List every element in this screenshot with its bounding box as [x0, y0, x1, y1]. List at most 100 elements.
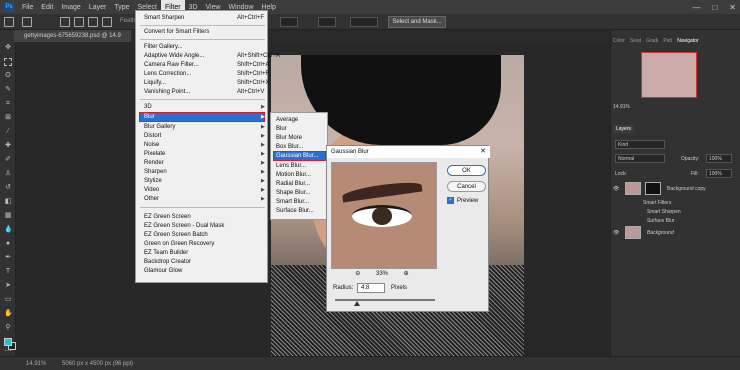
filter-surface-blur[interactable]: Surface Blur: [647, 218, 675, 224]
menu-item-ez-team-builder[interactable]: EZ Team Builder: [144, 249, 188, 257]
layer-name[interactable]: Background: [647, 230, 674, 236]
ok-button[interactable]: OK: [447, 165, 486, 176]
brush-tool-icon[interactable]: ✐: [4, 156, 12, 164]
zoom-in-icon[interactable]: ⊕: [404, 271, 409, 277]
menu-item-blur[interactable]: Blur: [144, 113, 155, 121]
menu-item-camera-raw[interactable]: Camera Raw Filter... Shift+Ctrl+A: [144, 61, 269, 69]
visibility-eye-icon[interactable]: 👁: [613, 186, 619, 192]
tab-patterns[interactable]: Patt: [663, 38, 672, 48]
menu-item-ez-green-screen[interactable]: EZ Green Screen: [144, 213, 191, 221]
dialog-title-bar[interactable]: Gaussian Blur ✕: [327, 146, 490, 158]
menu-item-blur-gallery[interactable]: Blur Gallery: [144, 123, 175, 131]
menu-file[interactable]: File: [18, 0, 37, 14]
menu-item-convert-smart-filters[interactable]: Convert for Smart Filters: [144, 28, 209, 36]
fill-field[interactable]: 100%: [706, 169, 732, 178]
menu-item-smart-blur[interactable]: Smart Blur...: [276, 198, 309, 206]
layer-mask-thumbnail[interactable]: [645, 182, 661, 195]
status-zoom[interactable]: 14.91%: [26, 361, 46, 367]
menu-item-liquify[interactable]: Liquify... Shift+Ctrl+X: [144, 79, 269, 87]
navigator-zoom[interactable]: 14.91%: [613, 104, 630, 110]
menu-item-green-recovery[interactable]: Green on Green Recovery: [144, 240, 214, 248]
hand-tool-icon[interactable]: ✋: [4, 310, 13, 318]
blend-mode-select[interactable]: Normal: [615, 154, 665, 163]
pen-tool-icon[interactable]: ✒: [4, 254, 12, 262]
radius-slider-track[interactable]: [335, 299, 435, 301]
menu-item-blur-simple[interactable]: Blur: [276, 125, 287, 133]
menu-item-motion-blur[interactable]: Motion Blur...: [276, 171, 311, 179]
layers-tab[interactable]: Layers: [613, 125, 635, 133]
eraser-tool-icon[interactable]: ◧: [4, 198, 12, 206]
menu-item-vanishing-point[interactable]: Vanishing Point... Alt+Ctrl+V: [144, 88, 264, 96]
tab-color[interactable]: Color: [613, 38, 625, 48]
kind-filter[interactable]: Kind: [615, 140, 665, 149]
menu-item-3d[interactable]: 3D: [144, 103, 152, 111]
height-field[interactable]: [350, 17, 378, 27]
menu-item-pixelate[interactable]: Pixelate: [144, 150, 165, 158]
document-tab[interactable]: gettyimages-675659238.psd @ 14.9: [14, 30, 131, 42]
opacity-field[interactable]: 100%: [706, 154, 732, 163]
menu-type[interactable]: Type: [110, 0, 133, 14]
shape-tool-icon[interactable]: ▭: [4, 296, 12, 304]
add-selection-icon[interactable]: [74, 17, 84, 27]
menu-item-adaptive-wide-angle[interactable]: Adaptive Wide Angle... Alt+Shift+Ctrl+A: [144, 52, 280, 60]
stamp-tool-icon[interactable]: ♙: [4, 170, 12, 178]
menu-item-filter-gallery[interactable]: Filter Gallery...: [144, 43, 183, 51]
marquee-tool-icon[interactable]: [4, 58, 12, 66]
menu-item-other[interactable]: Other: [144, 195, 159, 203]
subtract-selection-icon[interactable]: [88, 17, 98, 27]
healing-tool-icon[interactable]: ✚: [4, 142, 12, 150]
layer-name[interactable]: Background copy: [667, 186, 706, 192]
move-tool-icon[interactable]: ✥: [4, 44, 12, 52]
preview-checkbox[interactable]: ✓: [447, 197, 454, 204]
menu-item-sharpen[interactable]: Sharpen: [144, 168, 167, 176]
home-icon[interactable]: [4, 17, 14, 27]
menu-item-box-blur[interactable]: Box Blur...: [276, 143, 303, 151]
smart-filters-label[interactable]: Smart Filters: [643, 200, 671, 206]
select-and-mask-button[interactable]: Select and Mask...: [388, 16, 446, 28]
menu-item-lens-blur[interactable]: Lens Blur...: [276, 162, 306, 170]
gradient-tool-icon[interactable]: ▦: [4, 212, 12, 220]
preview-image[interactable]: [331, 162, 437, 269]
menu-item-lens-correction[interactable]: Lens Correction... Shift+Ctrl+R: [144, 70, 270, 78]
menu-item-blur-more[interactable]: Blur More: [276, 134, 302, 142]
menu-item-gaussian-blur[interactable]: Gaussian Blur...: [276, 152, 318, 160]
menu-item-noise[interactable]: Noise: [144, 141, 159, 149]
menu-item-distort[interactable]: Distort: [144, 132, 161, 140]
menu-layer[interactable]: Layer: [85, 0, 111, 14]
tab-gradients[interactable]: Gradi: [646, 38, 658, 48]
quick-select-tool-icon[interactable]: ✎: [4, 86, 12, 94]
menu-item-ez-green-screen-batch[interactable]: EZ Green Screen Batch: [144, 231, 208, 239]
menu-item-glamour-glow[interactable]: Glamour Glow: [144, 267, 182, 275]
menu-item-surface-blur[interactable]: Surface Blur...: [276, 207, 314, 215]
close-icon[interactable]: ✕: [480, 146, 486, 158]
type-tool-icon[interactable]: T: [4, 268, 12, 276]
tab-swatches[interactable]: Swat: [630, 38, 641, 48]
menu-item-ez-green-screen-dual[interactable]: EZ Green Screen - Dual Mask: [144, 222, 224, 230]
new-selection-icon[interactable]: [60, 17, 70, 27]
maximize-button[interactable]: □: [712, 3, 717, 12]
tab-navigator[interactable]: Navigator: [677, 38, 698, 48]
navigator-thumbnail[interactable]: [641, 52, 697, 98]
history-brush-icon[interactable]: ↺: [4, 184, 12, 192]
width-field[interactable]: [280, 17, 298, 27]
layer-thumbnail[interactable]: [625, 226, 641, 239]
minimize-button[interactable]: —: [692, 3, 700, 12]
cancel-button[interactable]: Cancel: [447, 181, 486, 192]
path-select-icon[interactable]: ➤: [4, 282, 12, 290]
menu-item-shape-blur[interactable]: Shape Blur...: [276, 189, 310, 197]
menu-item-video[interactable]: Video: [144, 186, 159, 194]
dodge-tool-icon[interactable]: ●: [4, 240, 12, 248]
radius-input[interactable]: 4.8: [357, 283, 385, 293]
layer-thumbnail[interactable]: [625, 182, 641, 195]
menu-image[interactable]: Image: [57, 0, 84, 14]
intersect-selection-icon[interactable]: [102, 17, 112, 27]
foreground-color-swatch[interactable]: [4, 338, 12, 346]
menu-item-backdrop-creator[interactable]: Backdrop Creator: [144, 258, 191, 266]
swap-field[interactable]: [318, 17, 336, 27]
eyedropper-tool-icon[interactable]: ⁄: [4, 128, 12, 136]
zoom-out-icon[interactable]: ⊖: [355, 271, 360, 277]
marquee-preset-icon[interactable]: [22, 17, 32, 27]
visibility-eye-icon[interactable]: 👁: [613, 230, 619, 236]
menu-item-stylize[interactable]: Stylize: [144, 177, 162, 185]
menu-item-render[interactable]: Render: [144, 159, 164, 167]
